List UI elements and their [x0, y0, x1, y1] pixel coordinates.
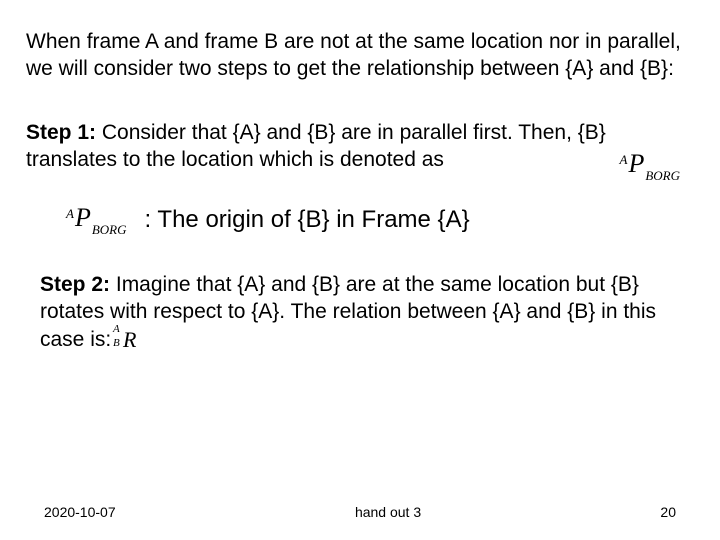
step1-label: Step 1: [26, 121, 96, 144]
pborg-main: P [75, 203, 91, 232]
pborg-main: P [628, 149, 644, 178]
footer-date: 2020-10-07 [44, 504, 116, 520]
pborg-sub: BORG [645, 168, 680, 183]
definition-row: APBORG : The origin of {B} in Frame {A} [66, 203, 694, 237]
step1: Step 1: Consider that {A} and {B} are in… [26, 119, 694, 174]
pborg-pre: A [66, 206, 74, 221]
footer-handout: hand out 3 [116, 504, 661, 520]
definition-text: : The origin of {B} in Frame {A} [145, 206, 470, 234]
rot-pre-bot: B [113, 336, 120, 350]
step2-block: Step 2: Imagine that {A} and {B} are at … [40, 271, 680, 354]
step2-label: Step 2: [40, 273, 110, 296]
footer: 2020-10-07 hand out 3 20 [0, 504, 720, 520]
rot-main: R [123, 327, 136, 352]
pborg-notation-inline: APBORG [619, 149, 680, 183]
intro-paragraph: When frame A and frame B are not at the … [26, 28, 694, 83]
pborg-pre: A [619, 152, 627, 167]
rot-pre-top: A [113, 322, 120, 336]
pborg-sub: BORG [92, 222, 127, 237]
step1-block: Step 1: Consider that {A} and {B} are in… [26, 119, 694, 174]
footer-page: 20 [660, 504, 676, 520]
slide: When frame A and frame B are not at the … [0, 0, 720, 540]
rotation-notation: A B R [121, 326, 136, 355]
pborg-notation: APBORG [66, 203, 127, 237]
step1-text: Consider that {A} and {B} are in paralle… [26, 121, 606, 171]
